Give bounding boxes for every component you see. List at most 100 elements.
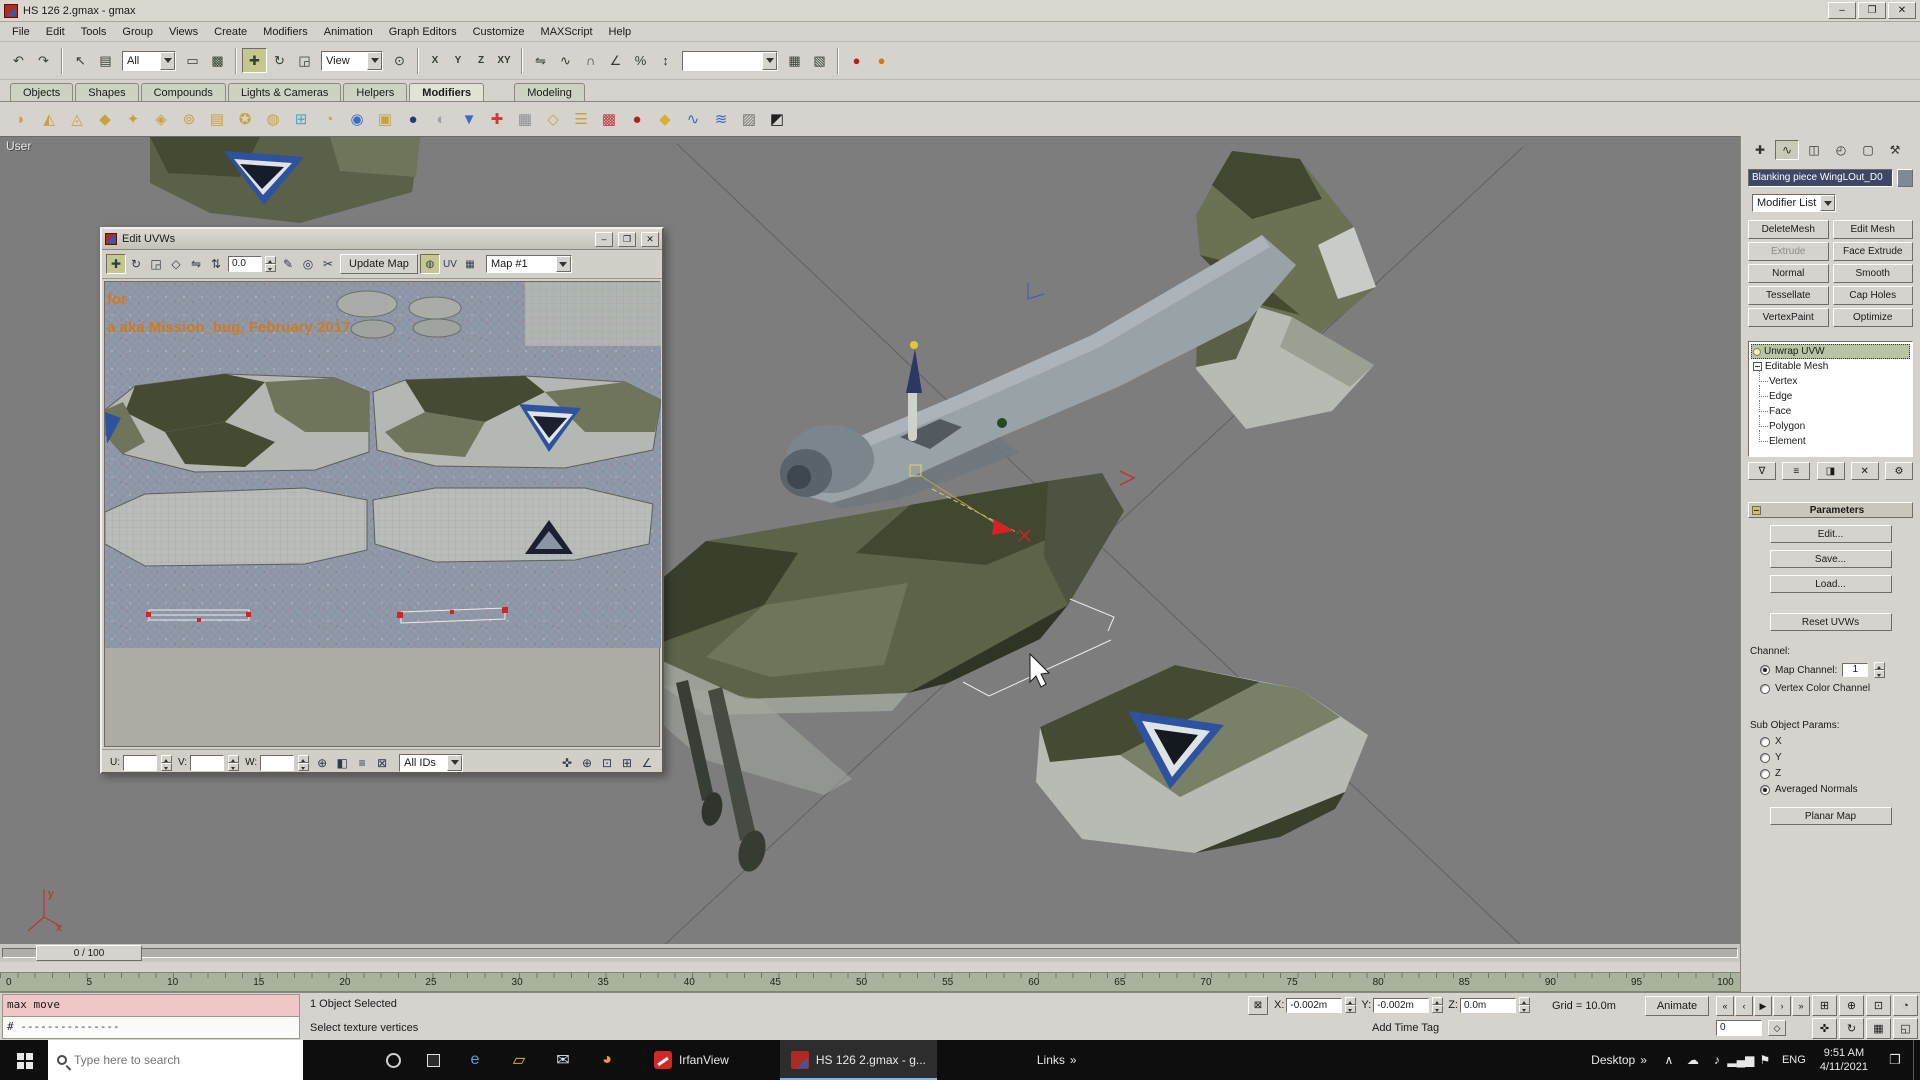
motion-tab[interactable]: ◴	[1829, 140, 1853, 160]
maximize-button[interactable]: ❐	[1858, 2, 1886, 19]
task-view-button[interactable]	[413, 1040, 453, 1080]
vertexpaint-button[interactable]: VertexPaint	[1748, 308, 1829, 327]
next-frame-button[interactable]: ›	[1773, 996, 1791, 1016]
modifier-icon[interactable]: ◬	[64, 106, 90, 132]
cortana-button[interactable]	[373, 1040, 413, 1080]
x-constraint-button[interactable]: X	[424, 49, 446, 72]
firefox-icon[interactable]: ◕	[585, 1040, 629, 1080]
taskbar-clock[interactable]: 9:51 AM 4/11/2021	[1811, 1040, 1877, 1080]
stack-vertex[interactable]: Vertex	[1751, 370, 1910, 389]
close-button[interactable]: ✕	[1888, 2, 1916, 19]
minimize-button[interactable]: –	[1828, 2, 1856, 19]
modifier-icon[interactable]: ☰	[568, 106, 594, 132]
links-toolbar[interactable]: Links »	[1027, 1040, 1087, 1080]
scale-button[interactable]: ◲	[292, 48, 317, 73]
coordinate-value-field[interactable]: -0.002m	[1286, 997, 1343, 1013]
w-field[interactable]	[260, 754, 295, 771]
menu-item[interactable]: Customize	[465, 24, 533, 40]
modifier-icon[interactable]: ▤	[204, 106, 230, 132]
uv-space-toggle[interactable]: UV	[440, 254, 460, 274]
hierarchy-tab[interactable]: ◫	[1802, 140, 1826, 160]
coordinate-value-field[interactable]: -0.002m	[1373, 997, 1430, 1013]
modifier-icon[interactable]: ⊚	[176, 106, 202, 132]
save-uvws-button[interactable]: Save...	[1769, 550, 1892, 568]
tessellate-button[interactable]: Tessellate	[1748, 286, 1829, 305]
edit-uvws-window[interactable]: Edit UVWs – ❐ ✕ ✚ ↻ ◲ ◇ ⇋ ⇅ 0.0 ✎ ◎ ✂ Update Ma…	[100, 227, 664, 774]
chevron-down-icon[interactable]	[762, 51, 777, 70]
viewport-label[interactable]: User	[6, 139, 31, 153]
add-time-tag-button[interactable]: Add Time Tag	[1372, 1022, 1439, 1034]
desktop-toolbar[interactable]: Desktop »	[1581, 1040, 1657, 1080]
go-to-start-button[interactable]: «	[1716, 996, 1734, 1016]
taskbar-gmax-button[interactable]: HS 126 2.gmax - g...	[779, 1040, 937, 1080]
current-frame-field[interactable]: 0	[1716, 1020, 1762, 1036]
modifier-icon[interactable]: ▼	[456, 106, 482, 132]
uv-copy-button[interactable]: ◧	[332, 753, 352, 773]
averaged-normals-radio[interactable]	[1760, 784, 1770, 795]
axis-radio[interactable]	[1760, 752, 1770, 763]
chevron-down-icon[interactable]	[1820, 195, 1836, 211]
menu-item[interactable]: MAXScript	[533, 24, 601, 40]
play-button[interactable]: ▶	[1754, 996, 1772, 1016]
spinner[interactable]	[1432, 997, 1444, 1013]
stack-face[interactable]: Face	[1751, 400, 1910, 419]
start-button[interactable]	[0, 1040, 48, 1080]
menu-item[interactable]: File	[4, 24, 38, 40]
modifier-icon[interactable]: ◔	[316, 106, 342, 132]
tab-objects[interactable]: Objects	[10, 83, 74, 101]
speaker-icon[interactable]: ♪	[1705, 1040, 1729, 1080]
lock-selection-toggle[interactable]: ⊠	[1248, 996, 1268, 1015]
optimize-button[interactable]: Optimize	[1832, 308, 1913, 327]
named-selection-dropdown[interactable]	[682, 50, 778, 71]
modifier-icon[interactable]: ✦	[120, 106, 146, 132]
menu-item[interactable]: Animation	[316, 24, 381, 40]
display-tab[interactable]: ▢	[1856, 140, 1880, 160]
use-center-button[interactable]: ⊙	[387, 48, 412, 73]
mail-icon[interactable]: ✉	[541, 1040, 585, 1080]
modifier-enabled-icon[interactable]	[1753, 347, 1761, 356]
modifier-icon[interactable]: ◍	[260, 106, 286, 132]
uv-zoom-region-button[interactable]: ⊡	[597, 753, 617, 773]
modifier-icon[interactable]: ◆	[92, 106, 118, 132]
zoom-extents-button[interactable]: ⊞	[1812, 995, 1837, 1016]
spinner[interactable]	[265, 256, 276, 272]
utilities-tab[interactable]: ⚒	[1883, 140, 1907, 160]
menu-item[interactable]: Views	[161, 24, 206, 40]
map-channel-radio[interactable]	[1760, 665, 1770, 675]
uv-flip-button[interactable]: ⇅	[206, 254, 226, 274]
modifier-icon[interactable]: ●	[400, 106, 426, 132]
planar-map-button[interactable]: Planar Map	[1769, 807, 1892, 825]
face-extrude-button[interactable]: Face Extrude	[1832, 242, 1913, 261]
normal-button[interactable]: Normal	[1748, 264, 1829, 283]
explorer-icon[interactable]: ▱	[497, 1040, 541, 1080]
uvw-angle-field[interactable]: 0.0	[228, 256, 262, 272]
chevron-down-icon[interactable]	[367, 51, 382, 70]
onedrive-icon[interactable]: ☁	[1681, 1040, 1705, 1080]
select-object-button[interactable]: ↖	[68, 48, 93, 73]
grid-toggle-button[interactable]: ▦	[782, 48, 807, 73]
curve-editor-button[interactable]: ∿	[553, 48, 578, 73]
tab-compounds[interactable]: Compounds	[140, 83, 226, 101]
axis-radio[interactable]	[1760, 768, 1770, 779]
cap-holes-button[interactable]: Cap Holes	[1832, 286, 1913, 305]
spinner-snap-button[interactable]: ↕	[653, 48, 678, 73]
z-constraint-button[interactable]: Z	[470, 49, 492, 72]
stack-polygon[interactable]: Polygon	[1751, 415, 1910, 434]
overflow-chevron-icon[interactable]: »	[1070, 1053, 1077, 1067]
modifier-icon[interactable]: ✪	[232, 106, 258, 132]
tab-modeling[interactable]: Modeling	[514, 83, 585, 101]
modifier-icon[interactable]: ▣	[372, 106, 398, 132]
uvw-minimize-button[interactable]: –	[595, 231, 613, 247]
undo-button[interactable]: ↶	[6, 48, 31, 73]
menu-item[interactable]: Help	[601, 24, 640, 40]
modifier-icon[interactable]: ◗	[8, 106, 34, 132]
zoom-button[interactable]: ⊕	[1839, 995, 1864, 1016]
collapse-icon[interactable]	[1752, 505, 1761, 515]
configure-stack-button[interactable]: ⚙	[1885, 462, 1913, 480]
spinner[interactable]	[1874, 662, 1886, 678]
menu-item[interactable]: Graph Editors	[381, 24, 465, 40]
tab-helpers[interactable]: Helpers	[343, 83, 408, 101]
uv-absolute-toggle[interactable]: ⊕	[312, 753, 332, 773]
time-slider-thumb[interactable]: 0 / 100	[36, 945, 142, 961]
stack-edge[interactable]: Edge	[1751, 385, 1910, 404]
